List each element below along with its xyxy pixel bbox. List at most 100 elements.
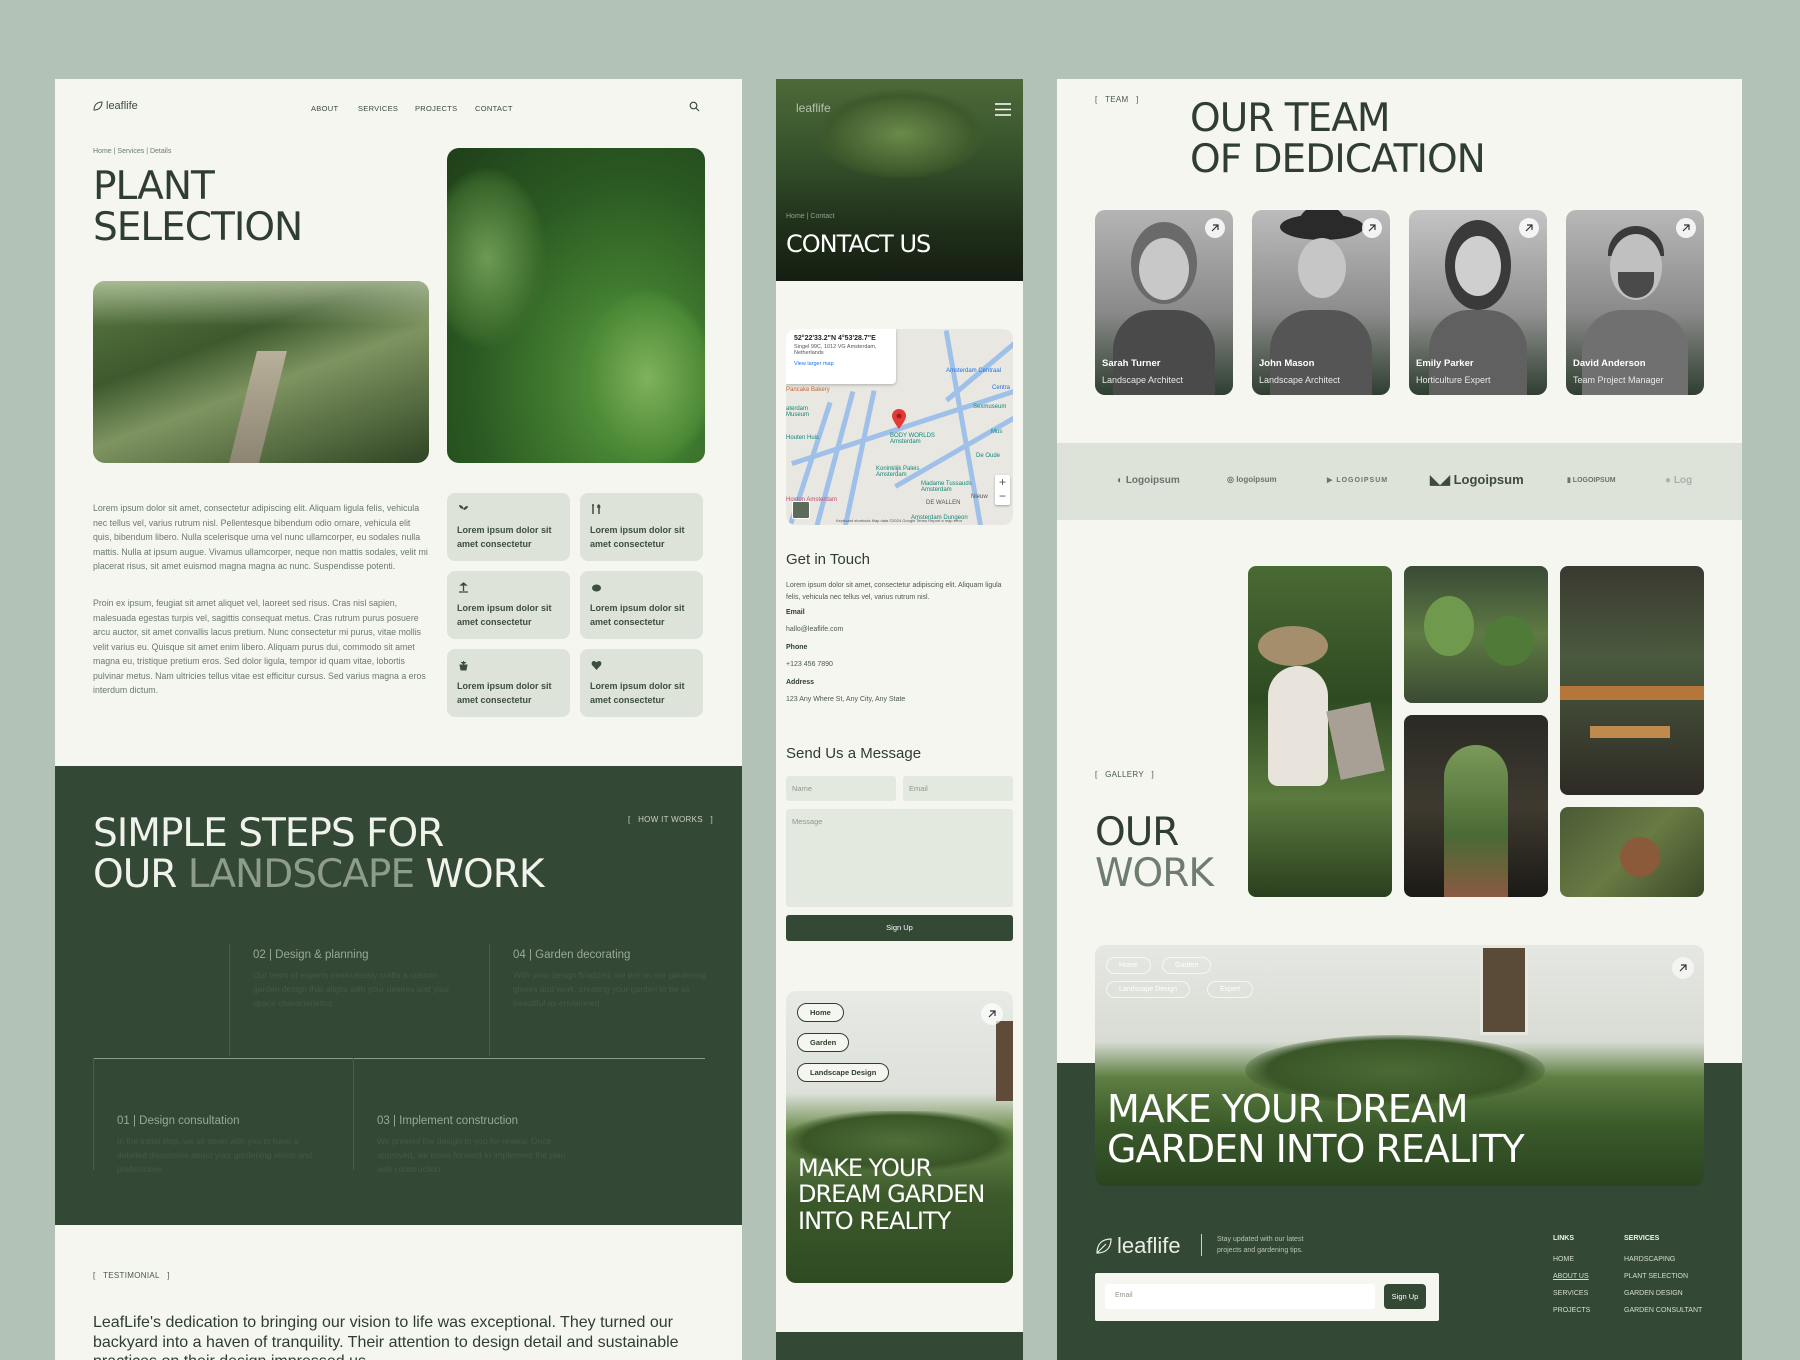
pill-garden[interactable]: Garden [797,1033,850,1052]
team-title-line2: OF DEDICATION [1190,136,1486,182]
breadcrumb-home[interactable]: Home [93,148,112,155]
feature-text: Lorem ipsum dolor sit amet consectetur [590,603,685,627]
nav-contact[interactable]: CONTACT [475,104,513,113]
feature-text: Lorem ipsum dolor sit amet consectetur [457,681,552,705]
page-title-line2: SELECTION [93,204,303,250]
partner-logo-text: LOGOIPSUM [1572,477,1616,484]
feature-card: Lorem ipsum dolor sit amet consectetur [580,649,703,717]
feature-text: Lorem ipsum dolor sit amet consectetur [590,525,685,549]
footer-link-projects[interactable]: PROJECTS [1553,1307,1590,1314]
message-textarea[interactable]: Message [786,809,1013,907]
tag-home[interactable]: Home [1106,957,1151,974]
footer-email-input[interactable]: Email [1105,1284,1375,1309]
footer-service-hardscaping[interactable]: HARDSCAPING [1624,1256,1675,1263]
phone-label: Phone [786,644,808,651]
map-pin-icon[interactable] [892,409,906,429]
pill-home[interactable]: Home [797,1003,844,1022]
partner-logo: ◐ Logoipsum [1117,475,1180,486]
gallery-label: [ GALLERY ] [1095,770,1155,779]
nav-services[interactable]: SERVICES [358,104,398,113]
map-label: Madame Tussauds Amsterdam [921,481,972,493]
gallery-photo-gardener[interactable] [1560,807,1704,897]
breadcrumb-services[interactable]: Services [117,148,144,155]
breadcrumb-home[interactable]: Home [786,213,805,220]
member-name: David Anderson [1573,358,1646,369]
partner-logo-text: Logoipsum [1453,472,1524,487]
leaf-heart-icon [591,661,602,670]
footer-link-about[interactable]: ABOUT US [1553,1273,1589,1280]
view-larger-map-link[interactable]: View larger map [794,361,888,367]
team-member-card[interactable]: John Mason Landscape Architect [1252,210,1390,395]
footer-link-home[interactable]: HOME [1553,1256,1574,1263]
footer-logo[interactable]: leaflife [1095,1233,1181,1259]
partner-logo: ▮ LOGOIPSUM [1567,477,1616,484]
member-name: Emily Parker [1416,358,1474,369]
gallery-photo-patio[interactable] [1560,566,1704,795]
map-label: Centra [992,385,1011,391]
mobile-logo[interactable]: leaflife [796,101,831,115]
gallery-photo-houseplants[interactable] [1404,566,1548,703]
steps-title-pre: OUR [93,851,177,897]
footer-service-garden-consultant[interactable]: GARDEN CONSULTANT [1624,1307,1702,1314]
phone-value[interactable]: +123 456 7890 [786,661,833,668]
search-icon[interactable] [689,101,700,112]
soil-icon [592,584,601,592]
map-info-card: 52°22'33.2"N 4°53'28.7"E Singel 99C, 101… [786,329,896,384]
zoom-out-icon[interactable]: − [995,490,1010,503]
steps-title-line1: SIMPLE STEPS FOR [93,811,444,856]
hamburger-menu-icon[interactable] [995,103,1011,116]
member-name: John Mason [1259,358,1315,369]
divider [353,1058,354,1170]
email-input[interactable]: Email [903,776,1013,801]
tag-expert[interactable]: Expert [1207,981,1254,998]
nav-projects[interactable]: PROJECTS [415,104,457,113]
arrow-up-right-icon[interactable] [1519,218,1539,238]
arrow-up-right-icon[interactable] [1205,218,1225,238]
dream-garden-banner[interactable]: Home Garden Landscape Design Expert MAKE… [1095,945,1704,1186]
footer-logo-text: leaflife [1117,1233,1181,1258]
tag-garden[interactable]: Garden [1162,957,1212,974]
sign-up-button[interactable]: Sign Up [786,915,1013,941]
feature-card: Lorem ipsum dolor sit amet consectetur [580,571,703,639]
gallery-photo-archway[interactable] [1404,715,1548,897]
team-title-line1: OUR TEAM [1190,96,1391,141]
arrow-up-right-icon[interactable] [981,1003,1003,1025]
footer-newsletter: Email Sign Up [1095,1273,1439,1321]
pill-landscape-design[interactable]: Landscape Design [797,1063,890,1082]
map[interactable]: 52°22'33.2"N 4°53'28.7"E Singel 99C, 101… [786,329,1013,525]
team-member-card[interactable]: Emily Parker Horticulture Expert [1409,210,1547,395]
sprout-icon [459,582,468,593]
cta-title: MAKE YOUR DREAM GARDEN INTO REALITY [798,1154,985,1235]
team-page: [ TEAM ] OUR TEAM OF DEDICATION Sarah Tu… [1057,79,1742,1360]
team-member-card[interactable]: Sarah Turner Landscape Architect [1095,210,1233,395]
footer-service-garden-design[interactable]: GARDEN DESIGN [1624,1290,1683,1297]
arrow-up-right-icon[interactable] [1362,218,1382,238]
name-input[interactable]: Name [786,776,896,801]
hosta-plants-photo [447,148,705,463]
steps-title: SIMPLE STEPS FOR OUR LANDSCAPE WORK [93,811,544,897]
footer-service-plant-selection[interactable]: PLANT SELECTION [1624,1273,1688,1280]
site-logo[interactable]: leaflife [93,100,138,112]
nav-about[interactable]: ABOUT [311,104,338,113]
testimonial-text: LeafLife's dedication to bringing our vi… [93,1314,679,1360]
tag-landscape-design[interactable]: Landscape Design [1106,981,1190,998]
arrow-up-right-icon[interactable] [1676,218,1696,238]
partner-logo-text: LOGOIPSUM [1336,477,1389,484]
zoom-in-icon[interactable]: + [995,475,1010,490]
team-member-card[interactable]: David Anderson Team Project Manager [1566,210,1704,395]
map-label: Amsterdam Centraal [946,368,1002,374]
gallery-photo-painter[interactable] [1248,566,1392,897]
footer-sign-up-button[interactable]: Sign Up [1384,1284,1426,1309]
satellite-toggle[interactable] [792,501,810,519]
body-paragraph-2: Proin ex ipsum, feugiat sit amet aliquet… [93,598,426,695]
dream-garden-card[interactable]: Home Garden Landscape Design MAKE YOUR D… [786,991,1013,1283]
arrow-up-right-icon[interactable] [1672,957,1694,979]
steps-title-line2: OUR LANDSCAPE WORK [93,851,544,897]
how-it-works-text: HOW IT WORKS [638,815,703,824]
map-zoom-control[interactable]: + − [995,475,1010,505]
email-value[interactable]: hallo@leaflife.com [786,626,843,633]
footer-link-services[interactable]: SERVICES [1553,1290,1588,1297]
contact-hero: leaflife Home | Contact CONTACT US [776,79,1023,281]
map-label: aterdam Museum [786,406,810,418]
feature-card: Lorem ipsum dolor sit amet consectetur [580,493,703,561]
